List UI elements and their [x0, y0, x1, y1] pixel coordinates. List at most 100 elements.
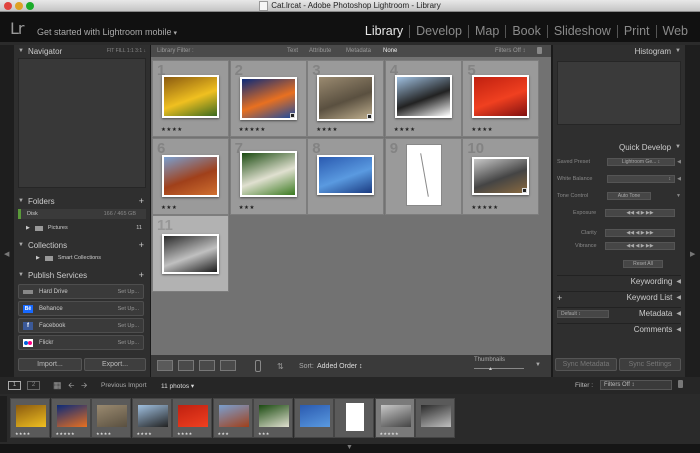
quick-develop-header[interactable]: Quick Develop ▼ — [557, 141, 681, 153]
photo-thumbnail[interactable] — [406, 144, 441, 205]
setup-link[interactable]: Set Up... — [118, 323, 139, 329]
metadata-preset-menu[interactable]: Default ↕ — [557, 310, 609, 318]
photo-thumbnail[interactable] — [162, 234, 219, 274]
photo-thumbnail[interactable] — [162, 154, 219, 197]
expand-arrow-icon[interactable]: ▼ — [676, 193, 681, 199]
lock-icon[interactable] — [537, 47, 542, 54]
grid-cell[interactable]: 10 ★★★★★ — [462, 137, 540, 215]
filmstrip-thumb[interactable]: ★★★★ — [91, 398, 131, 438]
thumbnail-size-slider[interactable] — [474, 368, 524, 369]
filmstrip-thumb[interactable]: ★★★ — [253, 398, 293, 438]
star-rating[interactable]: ★★★★ — [316, 127, 338, 133]
photo-thumbnail[interactable] — [317, 154, 375, 195]
module-web[interactable]: Web — [655, 25, 694, 38]
navigator-zoom-options[interactable]: FIT FILL 1:1 3:1 ↓ — [107, 48, 146, 54]
saved-preset-menu[interactable]: Lightroom Ge... ↕ — [607, 158, 675, 166]
photo-thumbnail[interactable] — [472, 75, 530, 118]
collapse-right-panel-icon[interactable]: ▶ — [690, 250, 696, 260]
histogram-header[interactable]: Histogram ▼ — [557, 45, 681, 57]
photo-thumbnail[interactable] — [239, 77, 297, 120]
close-window-button[interactable] — [4, 2, 12, 10]
grid-cell[interactable]: 5 ★★★★ — [462, 60, 540, 137]
photo-thumbnail[interactable] — [394, 75, 452, 118]
collections-header[interactable]: ▼ Collections + — [18, 239, 146, 251]
secondary-window-button[interactable]: 2 — [27, 381, 40, 390]
sort-order-menu[interactable]: Added Order ↕ — [317, 363, 363, 370]
sync-metadata-button[interactable]: Sync Metadata — [555, 358, 617, 371]
toolbar-menu-icon[interactable]: ▼ — [535, 362, 541, 368]
reset-all-button[interactable]: Reset All — [623, 260, 663, 268]
grid-cell[interactable]: 11 — [152, 215, 229, 292]
source-label[interactable]: Previous Import — [101, 382, 147, 389]
expand-arrow-icon[interactable]: ◀ — [677, 159, 681, 165]
folders-header[interactable]: ▼ Folders + — [18, 195, 146, 207]
grid-cell[interactable]: 9 — [384, 137, 462, 215]
auto-tone-button[interactable]: Auto Tone — [607, 192, 651, 200]
filter-attribute[interactable]: Attribute — [309, 48, 331, 54]
publish-flickr[interactable]: Flickr Set Up... — [18, 335, 144, 350]
grid-cell[interactable]: 3 ★★★★ — [307, 60, 385, 137]
grid-cell[interactable]: 1 ★★★★ — [152, 60, 229, 137]
zoom-window-button[interactable] — [26, 2, 34, 10]
keywording-header[interactable]: Keywording ◀ — [557, 275, 681, 287]
slider-handle-icon[interactable]: ▲ — [488, 366, 493, 372]
vibrance-stepper[interactable]: ◀◀ ◀ ▶ ▶▶ — [605, 242, 675, 250]
star-rating[interactable]: ★★★ — [239, 205, 255, 211]
add-keyword-icon[interactable]: + — [557, 293, 562, 303]
photo-count[interactable]: 11 photos ▾ — [161, 382, 194, 390]
filmstrip-thumb[interactable] — [293, 398, 334, 438]
star-rating[interactable]: ★★★★ — [161, 127, 183, 133]
star-rating[interactable]: ★★★★ — [394, 127, 416, 133]
primary-window-button[interactable]: 1 — [8, 381, 21, 390]
clarity-stepper[interactable]: ◀◀ ◀ ▶ ▶▶ — [605, 229, 675, 237]
module-map[interactable]: Map — [468, 25, 505, 38]
photo-thumbnail[interactable] — [162, 75, 219, 118]
sync-settings-button[interactable]: Sync Settings — [619, 358, 681, 371]
module-book[interactable]: Book — [505, 25, 547, 38]
navigator-preview[interactable] — [18, 58, 146, 188]
volume-disk[interactable]: Disk 166 / 465 GB — [18, 209, 146, 219]
grid-icon[interactable]: ▦ — [53, 380, 62, 391]
sort-direction-icon[interactable]: ⇅ — [277, 362, 284, 371]
photo-thumbnail[interactable] — [472, 156, 530, 195]
grid-cell[interactable]: 7 ★★★ — [229, 137, 307, 215]
star-rating[interactable]: ★★★ — [161, 205, 177, 211]
publish-facebook[interactable]: f Facebook Set Up... — [18, 318, 144, 333]
collapse-left-panel-icon[interactable]: ◀ — [4, 250, 10, 260]
filmstrip-thumb[interactable]: ★★★★★ — [50, 398, 91, 438]
filmstrip-thumb[interactable] — [334, 398, 374, 438]
filmstrip-thumb[interactable]: ★★★★ — [172, 398, 212, 438]
white-balance-menu[interactable]: ↕ — [607, 175, 675, 183]
setup-link[interactable]: Set Up... — [118, 340, 139, 346]
add-collection-icon[interactable]: + — [139, 240, 144, 250]
smart-collections-item[interactable]: ▶ Smart Collections — [18, 253, 146, 263]
filmstrip-thumb[interactable]: ★★★★★ — [374, 398, 415, 438]
collapse-filmstrip-icon[interactable]: ▼ — [346, 444, 353, 451]
back-arrow-icon[interactable]: 🡨 — [68, 380, 75, 394]
publish-services-header[interactable]: ▼ Publish Services + — [18, 269, 146, 281]
comments-header[interactable]: Comments ◀ — [557, 323, 681, 335]
compare-view-icon[interactable] — [199, 360, 215, 371]
lightroom-mobile-menu[interactable]: Get started with Lightroom mobile — [37, 27, 177, 37]
publish-hard-drive[interactable]: Hard Drive Set Up... — [18, 284, 144, 299]
forward-arrow-icon[interactable]: 🡪 — [81, 380, 88, 394]
star-rating[interactable]: ★★★★★ — [471, 205, 498, 211]
setup-link[interactable]: Set Up... — [118, 289, 139, 295]
module-develop[interactable]: Develop — [409, 25, 468, 38]
expand-arrow-icon[interactable]: ◀ — [677, 176, 681, 182]
histogram-display[interactable] — [557, 61, 681, 125]
add-publish-service-icon[interactable]: + — [139, 270, 144, 280]
filmstrip-thumb[interactable]: ★★★ — [212, 398, 253, 438]
grid-cell[interactable]: 4 ★★★★ — [384, 60, 462, 137]
export-button[interactable]: Export... — [84, 358, 146, 371]
filmstrip-thumb[interactable]: ★★★★ — [10, 398, 50, 438]
photo-thumbnail[interactable] — [317, 75, 375, 121]
filters-off-menu[interactable]: Filters Off ↕ — [495, 48, 526, 54]
exposure-stepper[interactable]: ◀◀ ◀ ▶ ▶▶ — [605, 209, 675, 217]
star-rating[interactable]: ★★★★★ — [239, 127, 266, 133]
module-library[interactable]: Library — [359, 25, 409, 38]
photo-thumbnail[interactable] — [239, 150, 297, 197]
import-button[interactable]: Import... — [18, 358, 82, 371]
module-print[interactable]: Print — [616, 25, 656, 38]
metadata-header[interactable]: Default ↕ Metadata ◀ — [557, 307, 681, 319]
